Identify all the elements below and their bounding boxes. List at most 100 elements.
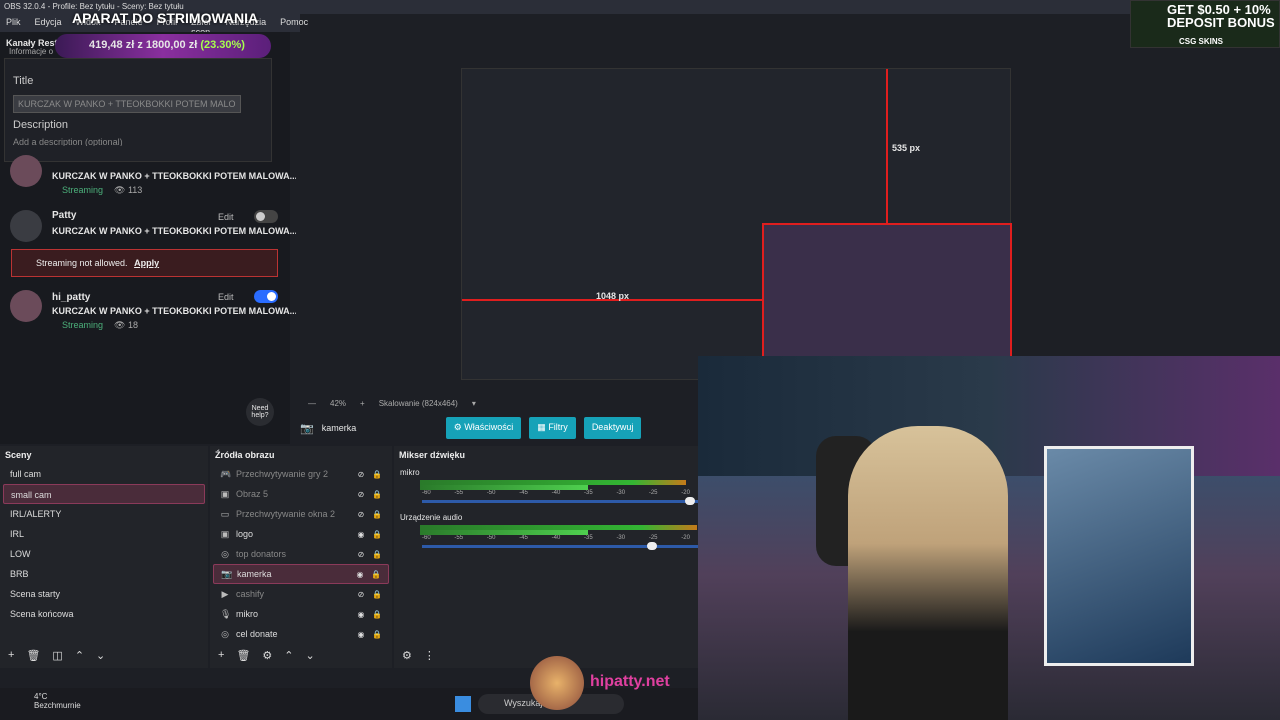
- eye-icon[interactable]: ◉: [355, 570, 365, 579]
- painting-image: [1044, 446, 1194, 666]
- more-icon[interactable]: ⋮: [424, 649, 435, 662]
- eye-off-icon[interactable]: ⊘: [356, 590, 366, 599]
- tick-label: -25: [648, 535, 658, 541]
- volume-knob[interactable]: [684, 497, 695, 505]
- sources-dock: Źródła obrazu 🎮 Przechwytywanie gry 2 ⊘ 🔒 ▣ O…: [210, 446, 392, 668]
- chevron-down-icon[interactable]: ▾: [472, 399, 476, 409]
- avatar: [10, 290, 42, 322]
- volume-slider[interactable]: [422, 542, 700, 550]
- account-stream-title: KURCZAK W PANKO + TTEOKBOKKI POTEM MALOW…: [52, 226, 298, 236]
- source-toolbar: 📷 kamerka ⚙ Właściwości ▦ Filtry Deaktyw…: [296, 414, 698, 442]
- selected-source-name: kamerka: [321, 423, 357, 433]
- scene-item[interactable]: full cam: [3, 464, 205, 484]
- weather-temp: 4°C: [34, 692, 48, 701]
- lock-icon[interactable]: 🔒: [372, 490, 382, 499]
- add-icon[interactable]: +: [8, 649, 14, 662]
- zoom-bar: — 42% + Skalowanie (824x464) ▾: [296, 396, 698, 412]
- description-label: Description: [13, 119, 69, 131]
- gear-icon[interactable]: ⚙: [262, 649, 272, 662]
- globe-icon: ◎: [221, 628, 229, 639]
- trash-icon[interactable]: 🗑: [236, 649, 250, 662]
- source-item[interactable]: 📷 kamerka ◉ 🔒: [213, 564, 389, 584]
- account-stream-title: KURCZAK W PANKO + TTEOKBOKKI POTEM MALOW…: [52, 306, 298, 316]
- tick-label: -50: [486, 535, 496, 541]
- apply-link[interactable]: Apply: [134, 258, 159, 268]
- weather-widget[interactable]: 4°C Bezchmurnie: [14, 692, 81, 710]
- properties-button[interactable]: ⚙ Właściwości: [445, 417, 522, 439]
- menu-pomoc[interactable]: Pomoc: [280, 17, 308, 29]
- eye-off-icon[interactable]: ⊘: [356, 550, 366, 559]
- source-item[interactable]: 🎙 mikro ◉ 🔒: [213, 604, 389, 624]
- up-icon[interactable]: ⌃: [284, 649, 293, 662]
- volume-knob[interactable]: [647, 542, 658, 550]
- gear-icon[interactable]: ⚙: [402, 649, 412, 662]
- source-item[interactable]: ▭ Przechwytywanie okna 2 ⊘ 🔒: [213, 504, 389, 524]
- source-item[interactable]: ▶ cashify ⊘ 🔒: [213, 584, 389, 604]
- edit-button[interactable]: Edit: [218, 212, 234, 222]
- source-item[interactable]: ◎ top donators ⊘ 🔒: [213, 544, 389, 564]
- source-item[interactable]: 🎮 Przechwytywanie gry 2 ⊘ 🔒: [213, 464, 389, 484]
- filter-icon[interactable]: ◫: [52, 649, 62, 662]
- title-field[interactable]: KURCZAK W PANKO + TTEOKBOKKI POTEM MALO: [13, 95, 241, 113]
- eye-off-icon[interactable]: ⊘: [356, 490, 366, 499]
- scene-item[interactable]: small cam: [3, 484, 205, 504]
- avatar: [10, 210, 42, 242]
- trash-icon[interactable]: 🗑: [26, 649, 40, 662]
- lock-icon[interactable]: 🔒: [372, 550, 382, 559]
- lock-icon[interactable]: 🔒: [372, 610, 382, 619]
- source-name: mikro: [236, 609, 258, 619]
- menu-edycja[interactable]: Edycja: [35, 17, 62, 29]
- meter-ticks: -60 -55 -50 -45 -40 -35 -30 -25 -20: [422, 490, 690, 496]
- tick-label: -20: [681, 490, 690, 496]
- up-icon[interactable]: ⌃: [75, 649, 84, 662]
- source-item[interactable]: ▣ Obraz 5 ⊘ 🔒: [213, 484, 389, 504]
- tick-label: -45: [519, 490, 528, 496]
- tick-label: -20: [681, 535, 690, 541]
- overlay-title: APARAT DO STRIMOWANIA: [72, 10, 259, 26]
- source-name: top donators: [236, 549, 287, 559]
- lock-icon[interactable]: 🔒: [372, 470, 382, 479]
- brand-text: hipatty.net: [590, 673, 670, 690]
- scene-item[interactable]: Scena końcowa: [3, 604, 205, 624]
- menu-plik[interactable]: Plik: [6, 17, 21, 29]
- image-icon: ▣: [220, 488, 230, 499]
- dock-controls: ⚙ ⋮: [402, 649, 435, 662]
- source-item[interactable]: ▣ logo ◉ 🔒: [213, 524, 389, 544]
- eye-icon[interactable]: ◉: [356, 610, 366, 619]
- source-item[interactable]: ◎ cel donate ◉ 🔒: [213, 624, 389, 644]
- scene-item[interactable]: IRL/ALERTY: [3, 504, 205, 524]
- lock-icon[interactable]: 🔒: [371, 570, 381, 579]
- lock-icon[interactable]: 🔒: [372, 590, 382, 599]
- eye-icon[interactable]: ◉: [356, 630, 366, 639]
- webcam-overlay: [698, 356, 1280, 720]
- edit-button[interactable]: Edit: [218, 292, 234, 302]
- lock-icon[interactable]: 🔒: [372, 630, 382, 639]
- description-field[interactable]: Add a description (optional): [13, 137, 263, 146]
- account-hipatty: KURCZAK W PANKO + TTEOKBOKKI POTEM MALOW…: [10, 155, 297, 215]
- eye-off-icon[interactable]: ⊘: [356, 510, 366, 519]
- volume-slider[interactable]: [422, 497, 700, 505]
- lock-icon[interactable]: 🔒: [372, 510, 382, 519]
- stream-toggle[interactable]: [254, 290, 278, 303]
- tick-label: -25: [648, 490, 658, 496]
- add-icon[interactable]: +: [218, 649, 224, 662]
- filters-button[interactable]: ▦ Filtry: [529, 417, 576, 439]
- zoom-in-button[interactable]: +: [360, 399, 365, 409]
- eye-icon[interactable]: ◉: [356, 530, 366, 539]
- eye-off-icon[interactable]: ⊘: [356, 470, 366, 479]
- scene-item[interactable]: IRL: [3, 524, 205, 544]
- stream-toggle[interactable]: [254, 210, 278, 223]
- need-help-button[interactable]: Need help?: [246, 398, 274, 426]
- scene-item[interactable]: LOW: [3, 544, 205, 564]
- scene-item[interactable]: Scena starty: [3, 584, 205, 604]
- down-icon[interactable]: ⌄: [306, 649, 315, 662]
- camera-icon: 📷: [300, 422, 314, 435]
- tick-label: -40: [551, 490, 561, 496]
- zoom-out-button[interactable]: —: [308, 399, 316, 409]
- lock-icon[interactable]: 🔒: [372, 530, 382, 539]
- windows-start-icon[interactable]: [455, 696, 471, 712]
- deactivate-button[interactable]: Deaktywuj: [583, 417, 642, 439]
- down-icon[interactable]: ⌄: [96, 649, 105, 662]
- level-bar: [420, 485, 588, 490]
- scene-item[interactable]: BRB: [3, 564, 205, 584]
